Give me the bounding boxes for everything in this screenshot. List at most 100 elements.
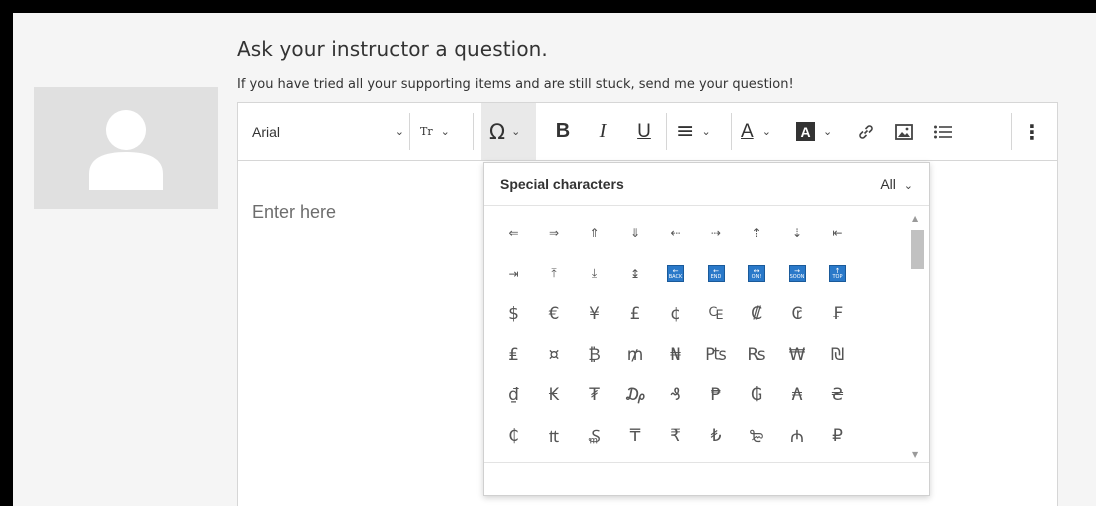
link-button[interactable] [855, 103, 877, 160]
category-filter-value: All [880, 176, 896, 192]
special-char-5-6[interactable]: ₻ [737, 417, 776, 455]
toolbar-divider [731, 113, 732, 150]
special-char-3-1[interactable]: ¤ [535, 336, 574, 374]
user-icon [89, 110, 163, 190]
special-char-4-5[interactable]: ₱ [697, 376, 736, 414]
special-char-1-3[interactable]: ↨ [616, 255, 655, 293]
special-char-2-5[interactable]: ₠ [697, 295, 736, 333]
font-family-select[interactable]: Arial ⌄ [252, 103, 404, 160]
special-char-3-4[interactable]: ₦ [656, 336, 695, 374]
background-color-icon: A [796, 122, 815, 141]
special-char-0-5[interactable]: ⇢ [697, 214, 736, 252]
italic-icon: I [599, 120, 607, 142]
link-icon [859, 124, 873, 139]
omega-icon: Ω [489, 119, 506, 144]
chevron-down-icon: ⌄ [823, 125, 833, 138]
special-char-3-5[interactable]: ₧ [697, 336, 736, 374]
special-char-0-1[interactable]: ⇒ [535, 214, 574, 252]
special-char-4-1[interactable]: ₭ [535, 376, 574, 414]
popup-header: Special characters All ⌄ [484, 163, 929, 206]
special-char-1-4[interactable]: ← BACK [656, 255, 695, 293]
special-char-2-6[interactable]: ₡ [737, 295, 776, 333]
keycap-icon: → SOON [788, 265, 806, 282]
special-char-4-0[interactable]: ₫ [494, 376, 533, 414]
special-char-1-5[interactable]: ← END [697, 255, 736, 293]
special-char-3-8[interactable]: ₪ [818, 336, 857, 374]
text-size-icon: Tr [420, 125, 433, 138]
text-color-button[interactable]: A ⌄ [741, 103, 785, 160]
popup-footer-divider [484, 462, 929, 463]
keycap-icon: ← END [707, 265, 725, 282]
chevron-down-icon: ⌄ [701, 125, 711, 138]
chevron-down-icon: ⌄ [761, 125, 771, 138]
special-char-0-6[interactable]: ⇡ [737, 214, 776, 252]
special-char-5-2[interactable]: ₷ [575, 417, 614, 455]
special-char-5-4[interactable]: ₹ [656, 417, 695, 455]
special-char-1-2[interactable]: ⤓ [575, 255, 614, 293]
chevron-down-icon: ⌄ [511, 125, 521, 138]
special-char-2-7[interactable]: ₢ [778, 295, 817, 333]
special-char-5-1[interactable]: ₶ [535, 417, 574, 455]
scroll-up-icon[interactable]: ▲ [912, 214, 918, 223]
special-char-0-8[interactable]: ⇤ [818, 214, 857, 252]
special-char-0-0[interactable]: ⇐ [494, 214, 533, 252]
special-char-4-8[interactable]: ₴ [818, 376, 857, 414]
special-char-5-8[interactable]: ₽ [818, 417, 857, 455]
scroll-down-icon[interactable]: ▼ [912, 450, 918, 459]
special-char-0-7[interactable]: ⇣ [778, 214, 817, 252]
special-char-2-4[interactable]: ¢ [656, 295, 695, 333]
page-title: Ask your instructor a question. [237, 37, 548, 61]
special-char-2-1[interactable]: € [535, 295, 574, 333]
editor-input[interactable]: Enter here [252, 202, 336, 223]
toolbar-divider [409, 113, 410, 150]
special-char-5-0[interactable]: ₵ [494, 417, 533, 455]
special-char-1-8[interactable]: ↑ TOP [818, 255, 857, 293]
background-color-button[interactable]: A ⌄ [796, 103, 842, 160]
text-size-button[interactable]: Tr ⌄ [420, 103, 464, 160]
special-char-4-7[interactable]: ₳ [778, 376, 817, 414]
chevron-down-icon: ⌄ [440, 125, 450, 138]
more-options-button[interactable]: ⋮ [1022, 103, 1042, 160]
keycap-icon: ↑ TOP [829, 265, 846, 282]
toolbar-divider [473, 113, 474, 150]
special-char-4-6[interactable]: ₲ [737, 376, 776, 414]
special-char-1-0[interactable]: ⇥ [494, 255, 533, 293]
underline-button[interactable]: U [633, 103, 655, 160]
text-color-icon: A [741, 120, 754, 142]
special-characters-button[interactable]: Ω ⌄ [481, 103, 536, 160]
special-char-2-0[interactable]: $ [494, 295, 533, 333]
scrollbar-thumb[interactable] [911, 230, 924, 269]
special-char-3-0[interactable]: ₤ [494, 336, 533, 374]
special-char-0-4[interactable]: ⇠ [656, 214, 695, 252]
special-char-4-3[interactable]: ₯ [616, 376, 655, 414]
character-grid: ⇐ ⇒ ⇑ ⇓ ⇠ ⇢ ⇡ ⇣ ⇤ ⇥ ⤒ ⤓ ↨ ← BACK ← END ↔ ON! → SOON ↑ TOP $ € ¥ £ ¢… [494, 214, 904, 457]
category-filter-select[interactable]: All ⌄ [880, 176, 913, 192]
special-char-5-5[interactable]: ₺ [697, 417, 736, 455]
italic-button[interactable]: I [592, 103, 614, 160]
special-char-4-2[interactable]: ₮ [575, 376, 614, 414]
page-frame: Ask your instructor a question. If you h… [13, 13, 1096, 506]
special-char-2-2[interactable]: ¥ [575, 295, 614, 333]
special-char-2-3[interactable]: £ [616, 295, 655, 333]
special-characters-popup: Special characters All ⌄ ⇐ ⇒ ⇑ ⇓ ⇠ ⇢ ⇡ ⇣ ⇤ ⇥ ⤒ ⤓ ↨ ← B… [483, 162, 930, 496]
special-char-2-8[interactable]: ₣ [818, 295, 857, 333]
list-button[interactable] [931, 103, 955, 160]
special-char-5-3[interactable]: ₸ [616, 417, 655, 455]
align-button[interactable]: ≡ ⌄ [676, 103, 722, 160]
special-char-0-2[interactable]: ⇑ [575, 214, 614, 252]
special-char-4-4[interactable]: ₰ [656, 376, 695, 414]
special-char-3-7[interactable]: ₩ [778, 336, 817, 374]
special-char-3-3[interactable]: ₥ [616, 336, 655, 374]
special-char-5-7[interactable]: ₼ [778, 417, 817, 455]
special-char-1-6[interactable]: ↔ ON! [737, 255, 776, 293]
special-char-1-1[interactable]: ⤒ [535, 255, 574, 293]
special-char-3-2[interactable]: ₿ [575, 336, 614, 374]
bold-icon: B [555, 120, 571, 142]
special-char-0-3[interactable]: ⇓ [616, 214, 655, 252]
special-char-1-7[interactable]: → SOON [778, 255, 817, 293]
more-vertical-icon: ⋮ [1022, 119, 1042, 144]
scrollbar[interactable]: ▲ ▼ [909, 214, 924, 461]
bold-button[interactable]: B [552, 103, 574, 160]
image-button[interactable] [893, 103, 915, 160]
special-char-3-6[interactable]: ₨ [737, 336, 776, 374]
